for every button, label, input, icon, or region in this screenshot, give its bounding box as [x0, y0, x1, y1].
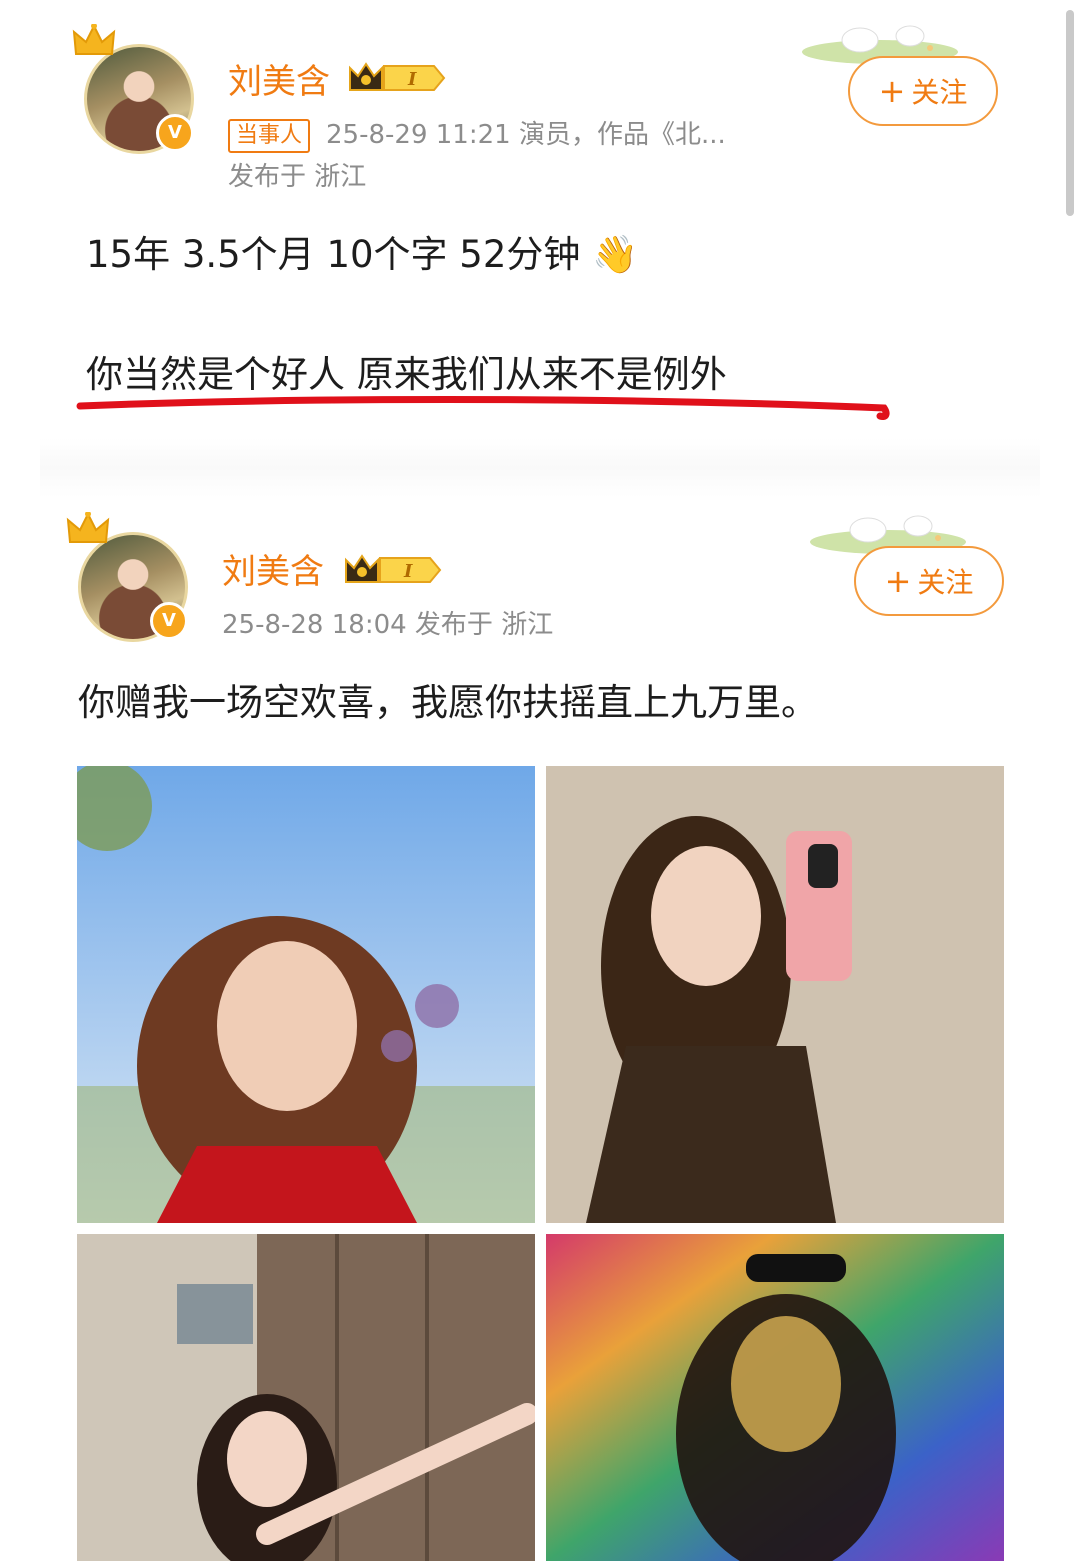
vip-crown-badge-icon[interactable]: I	[344, 552, 442, 586]
plus-icon: +	[884, 562, 912, 600]
svg-text:I: I	[403, 561, 413, 582]
status-badge: 当事人	[228, 118, 311, 153]
photo-sky-portrait[interactable]	[77, 766, 535, 1223]
vip-crown-badge-icon[interactable]: I	[348, 60, 446, 94]
weibo-post-1: V 刘美含 I 当事人 25-8-29 11:21 演员，作品《北... 发布于 …	[0, 0, 1080, 470]
follow-button[interactable]: + 关注	[854, 546, 1004, 616]
post-text-line-1: 15年 3.5个月 10个字 52分钟 👋	[86, 233, 639, 276]
verified-v-icon: V	[150, 602, 188, 640]
crown-icon	[72, 24, 116, 55]
plus-icon: +	[878, 72, 906, 110]
avatar[interactable]: V	[72, 24, 194, 154]
photo-mirror-selfie[interactable]	[546, 766, 1004, 1223]
weibo-post-2: V 刘美含 I 25-8-28 18:04 发布于 浙江 + 关注 你赠我一场空欢…	[0, 500, 1080, 1561]
post-location: 发布于 浙江	[228, 162, 367, 192]
username[interactable]: 刘美含	[228, 54, 330, 103]
post-text: 你赠我一场空欢喜，我愿你扶摇直上九万里。	[78, 681, 818, 724]
avatar[interactable]: V	[66, 512, 188, 642]
username[interactable]: 刘美含	[222, 544, 324, 593]
post-meta: 当事人 25-8-29 11:21 演员，作品《北...	[228, 114, 726, 153]
follow-button[interactable]: + 关注	[848, 56, 998, 126]
red-underline-annotation	[76, 396, 890, 420]
photo-rainbow-light[interactable]	[546, 1234, 1004, 1561]
crown-icon	[66, 512, 110, 543]
post-text-line-2: 你当然是个好人 原来我们从来不是例外	[86, 353, 727, 396]
photo-door-pose[interactable]	[77, 1234, 535, 1561]
verified-v-icon: V	[156, 114, 194, 152]
svg-text:I: I	[407, 69, 417, 90]
divider	[40, 438, 1040, 498]
timestamp-and-location: 25-8-28 18:04 发布于 浙江	[222, 610, 554, 640]
timestamp-and-source: 25-8-29 11:21 演员，作品《北...	[326, 120, 726, 150]
